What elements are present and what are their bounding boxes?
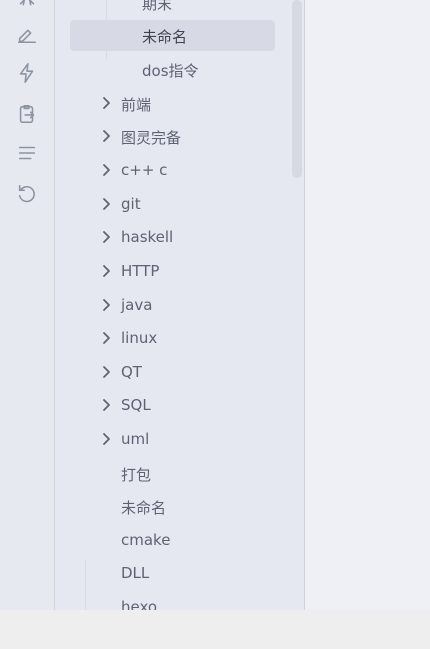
- chevron-right-icon[interactable]: [101, 129, 113, 143]
- file-explorer: 期末未命名 dos指令前端图灵完备 c++ c git haskell HTTP java l…: [55, 0, 305, 610]
- undo-icon[interactable]: [14, 180, 40, 206]
- chevron-right-icon[interactable]: [101, 331, 113, 345]
- tree-folder[interactable]: QT: [55, 357, 304, 389]
- tree-item-label: QT: [121, 363, 142, 381]
- list-icon[interactable]: [14, 140, 40, 166]
- tree-item-label: c++ c: [121, 161, 168, 179]
- tree-file[interactable]: 未命名: [55, 491, 304, 523]
- tree-file[interactable]: 打包: [55, 458, 304, 490]
- app-window: 期末未命名 dos指令前端图灵完备 c++ c git haskell HTTP java l…: [0, 0, 430, 610]
- tree-folder[interactable]: haskell: [55, 222, 304, 254]
- tree-item-label: java: [121, 296, 153, 314]
- chevron-right-icon[interactable]: [101, 230, 113, 244]
- status-bar: [0, 610, 430, 649]
- tree-folder[interactable]: git: [55, 189, 304, 221]
- tree-file[interactable]: DLL: [55, 558, 304, 590]
- tree-file[interactable]: 未命名: [55, 20, 304, 52]
- tree-item-label: linux: [121, 329, 158, 347]
- editor-pane[interactable]: [305, 0, 430, 610]
- chevron-right-icon[interactable]: [101, 298, 113, 312]
- tree-folder[interactable]: HTTP: [55, 256, 304, 288]
- tree-item-label: 前端: [121, 96, 152, 114]
- tree-file[interactable]: dos指令: [55, 54, 304, 86]
- tree-item-label: dos指令: [142, 62, 199, 80]
- tree-item-label: hexo: [121, 598, 158, 610]
- tree-folder[interactable]: linux: [55, 323, 304, 355]
- chevron-right-icon[interactable]: [101, 398, 113, 412]
- tree-item-label: SQL: [121, 396, 151, 414]
- tree-folder[interactable]: c++ c: [55, 155, 304, 187]
- tree-file[interactable]: 期末: [55, 0, 304, 19]
- clipboard-export-icon[interactable]: [14, 101, 40, 127]
- left-ribbon: [0, 0, 55, 610]
- tree-item-label: git: [121, 195, 141, 213]
- tree-file[interactable]: cmake: [55, 525, 304, 557]
- tree-folder[interactable]: 前端: [55, 88, 304, 120]
- chevron-right-icon[interactable]: [101, 163, 113, 177]
- chevron-right-icon[interactable]: [101, 432, 113, 446]
- tree-item-label: DLL: [121, 564, 150, 582]
- tree-item-label: haskell: [121, 228, 174, 246]
- chevron-right-icon[interactable]: [101, 96, 113, 110]
- tree-folder[interactable]: SQL: [55, 390, 304, 422]
- tree-item-label: HTTP: [121, 262, 160, 280]
- tree-file[interactable]: hexo: [55, 592, 304, 610]
- sidebar-scrollbar[interactable]: [292, 0, 302, 178]
- tree-item-label: cmake: [121, 531, 171, 549]
- collapse-icon[interactable]: [14, 0, 40, 13]
- tree-item-label: 图灵完备: [121, 129, 182, 147]
- tree-item-label: uml: [121, 430, 150, 448]
- tree-item-label: 打包: [121, 466, 152, 484]
- tree-folder[interactable]: uml: [55, 424, 304, 456]
- tree-item-label: 期末: [142, 0, 173, 13]
- tree-item-label: 未命名: [142, 28, 188, 46]
- chevron-right-icon[interactable]: [101, 365, 113, 379]
- pen-icon[interactable]: [14, 21, 40, 47]
- tree-folder[interactable]: 图灵完备: [55, 121, 304, 153]
- tree-folder[interactable]: java: [55, 290, 304, 322]
- tree-item-label: 未命名: [121, 499, 167, 517]
- chevron-right-icon[interactable]: [101, 197, 113, 211]
- lightning-icon[interactable]: [14, 60, 40, 86]
- chevron-right-icon[interactable]: [101, 264, 113, 278]
